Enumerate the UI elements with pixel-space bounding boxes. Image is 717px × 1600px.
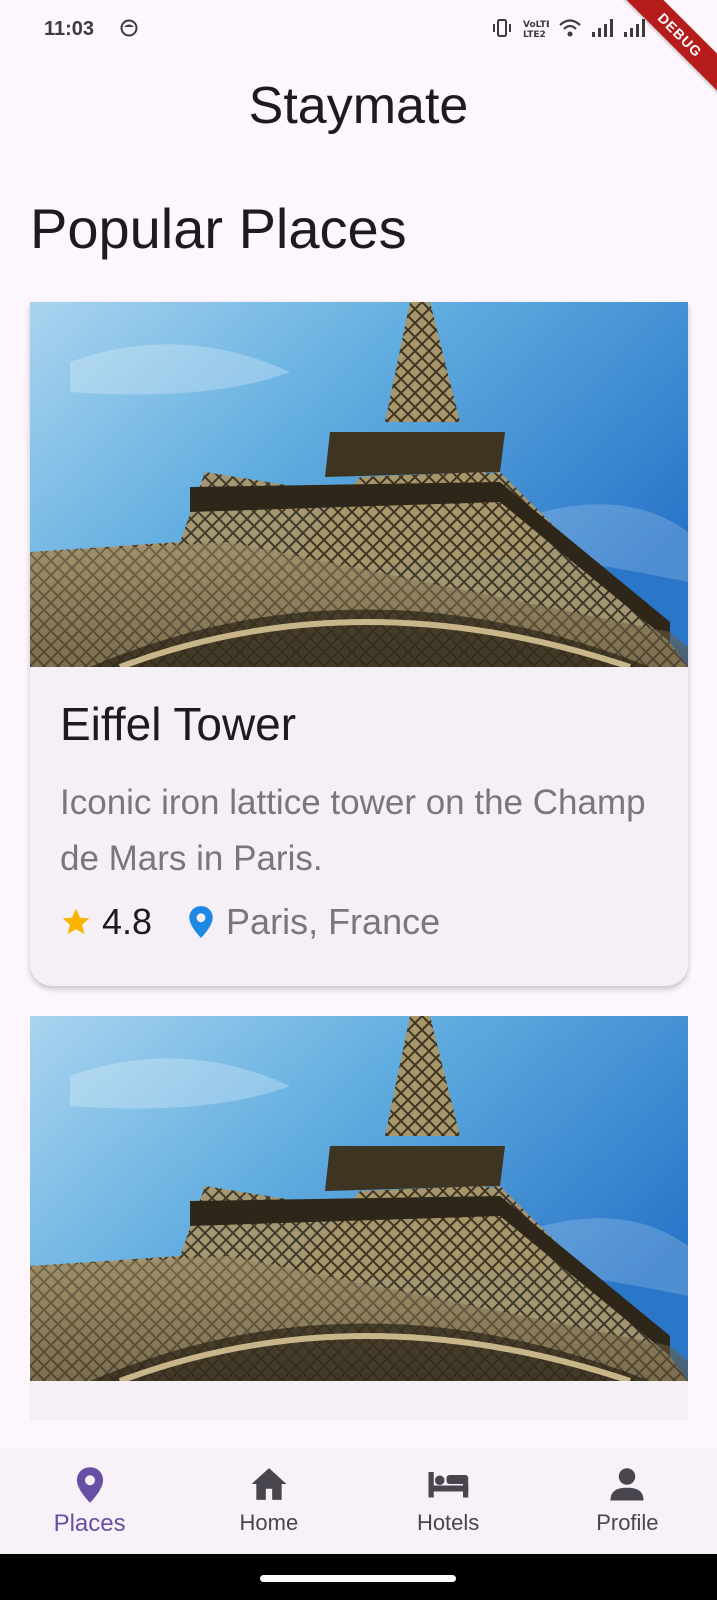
home-gesture-indicator[interactable]	[260, 1575, 456, 1582]
home-icon	[251, 1468, 287, 1500]
location-pin-icon	[76, 1467, 103, 1503]
place-image	[30, 1016, 688, 1381]
app-notification-icon	[120, 19, 138, 37]
bed-icon	[428, 1472, 469, 1498]
nav-item-places[interactable]: Places	[0, 1448, 179, 1554]
nav-label-profile: Profile	[596, 1510, 659, 1535]
place-title: Eiffel Tower	[60, 698, 297, 750]
app-title: Staymate	[248, 77, 469, 135]
section-title: Popular Places	[30, 197, 407, 260]
wifi-icon	[559, 19, 581, 37]
nav-item-home[interactable]: Home	[179, 1448, 358, 1554]
star-icon	[62, 908, 90, 934]
location-pin-icon	[189, 906, 213, 938]
volte-label: VoLTE2	[523, 20, 549, 30]
place-meta: 4.8 Paris, France	[60, 901, 658, 943]
place-card[interactable]: Eiffel Tower Iconic iron lattice tower o…	[30, 302, 688, 986]
status-bar: 11:03 VoLTE2 LTE2 DEBUG	[0, 0, 717, 105]
status-time: 11:03	[44, 18, 95, 40]
signal-icon-1	[592, 19, 613, 37]
place-image	[30, 302, 688, 667]
nav-item-hotels[interactable]: Hotels	[359, 1448, 538, 1554]
signal-icon-2	[624, 19, 645, 37]
status-icons: VoLTE2 LTE2	[491, 17, 645, 39]
nav-label-home: Home	[239, 1510, 299, 1535]
nav-label-places: Places	[53, 1510, 126, 1537]
svg-text:LTE2: LTE2	[523, 30, 546, 39]
volte-icon: VoLTE2 LTE2	[523, 20, 549, 39]
bottom-navigation: Places Home Hotels Profile	[0, 1448, 717, 1554]
place-rating: 4.8	[102, 901, 153, 942]
nav-item-profile[interactable]: Profile	[538, 1448, 717, 1554]
place-description: Iconic iron lattice tower on the Champ d…	[60, 783, 646, 878]
place-card[interactable]	[30, 1016, 688, 1420]
person-icon	[610, 1468, 644, 1501]
nav-label-hotels: Hotels	[416, 1510, 480, 1535]
vibrate-icon	[493, 19, 511, 37]
place-location: Paris, France	[226, 901, 441, 942]
